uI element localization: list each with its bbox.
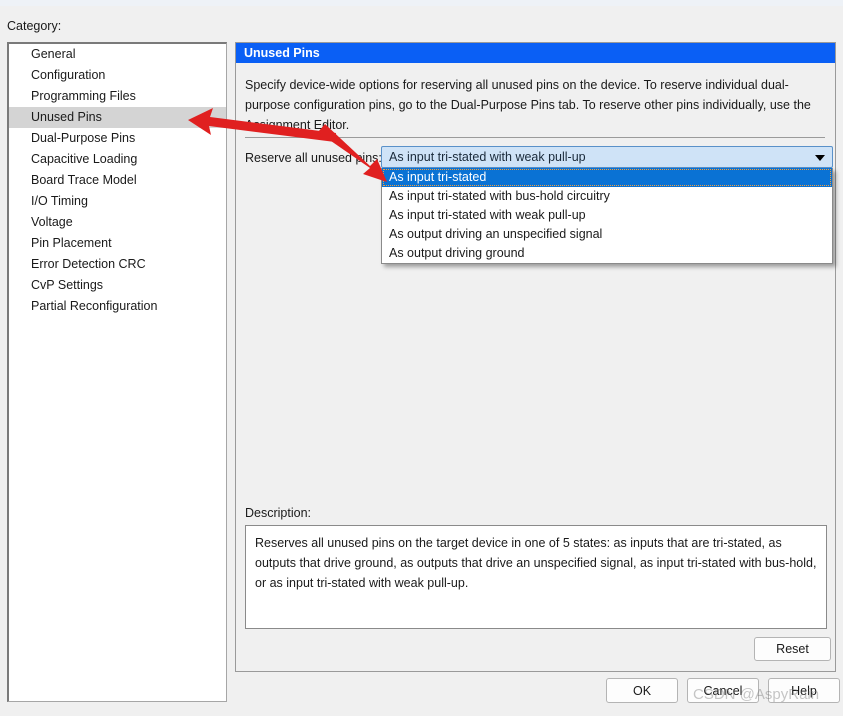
dropdown-option-label: As input tri-stated with bus-hold circui… xyxy=(389,189,610,203)
category-list[interactable]: General Configuration Programming Files Unu… xyxy=(7,42,227,702)
category-item-label: Dual-Purpose Pins xyxy=(31,131,136,145)
dropdown-option-label: As input tri-stated with weak pull-up xyxy=(389,208,586,222)
panel-description: Specify device-wide options for reservin… xyxy=(245,78,811,132)
category-item-voltage[interactable]: Voltage xyxy=(9,212,226,233)
description-label: Description: xyxy=(245,506,311,520)
category-item-label: I/O Timing xyxy=(31,194,88,208)
category-item-programming-files[interactable]: Programming Files xyxy=(9,86,226,107)
chevron-down-icon[interactable] xyxy=(815,155,825,161)
category-item-partial-reconfiguration[interactable]: Partial Reconfiguration xyxy=(9,296,226,317)
dropdown-option-label: As output driving an unspecified signal xyxy=(389,227,603,241)
panel-divider xyxy=(245,137,825,138)
reserve-all-unused-pins-combobox[interactable]: As input tri-stated with weak pull-up xyxy=(381,146,833,168)
dropdown-option-0[interactable]: As input tri-stated xyxy=(382,168,832,187)
category-item-label: Programming Files xyxy=(31,89,136,103)
dropdown-option-1[interactable]: As input tri-stated with bus-hold circui… xyxy=(382,187,832,206)
category-item-error-detection-crc[interactable]: Error Detection CRC xyxy=(9,254,226,275)
category-item-cvp-settings[interactable]: CvP Settings xyxy=(9,275,226,296)
window-top-strip xyxy=(0,0,843,6)
category-item-label: Pin Placement xyxy=(31,236,112,250)
settings-panel: Unused Pins Specify device-wide options … xyxy=(235,42,836,672)
category-item-dual-purpose-pins[interactable]: Dual-Purpose Pins xyxy=(9,128,226,149)
dropdown-option-label: As output driving ground xyxy=(389,246,525,260)
dropdown-option-3[interactable]: As output driving an unspecified signal xyxy=(382,225,832,244)
category-item-label: CvP Settings xyxy=(31,278,104,292)
category-item-i-o-timing[interactable]: I/O Timing xyxy=(9,191,226,212)
dropdown-option-4[interactable]: As output driving ground xyxy=(382,244,832,263)
category-item-pin-placement[interactable]: Pin Placement xyxy=(9,233,226,254)
reserve-all-unused-pins-label: Reserve all unused pins: xyxy=(245,151,382,165)
category-item-label: Partial Reconfiguration xyxy=(31,299,158,313)
category-item-label: Capacitive Loading xyxy=(31,152,138,166)
category-label: Category: xyxy=(7,19,62,33)
dropdown-option-label: As input tri-stated xyxy=(389,170,487,184)
reset-button[interactable]: Reset xyxy=(754,637,831,661)
category-item-label: Error Detection CRC xyxy=(31,257,146,271)
category-item-label: Configuration xyxy=(31,68,106,82)
category-item-label: Unused Pins xyxy=(31,110,102,124)
category-item-label: Voltage xyxy=(31,215,73,229)
category-item-label: Board Trace Model xyxy=(31,173,137,187)
description-box: Reserves all unused pins on the target d… xyxy=(245,525,827,629)
panel-title: Unused Pins xyxy=(236,43,835,63)
category-item-configuration[interactable]: Configuration xyxy=(9,65,226,86)
dropdown-option-2[interactable]: As input tri-stated with weak pull-up xyxy=(382,206,832,225)
category-item-capacitive-loading[interactable]: Capacitive Loading xyxy=(9,149,226,170)
category-item-label: General xyxy=(31,47,76,61)
category-item-unused-pins[interactable]: Unused Pins xyxy=(9,107,226,128)
reserve-pins-dropdown-list[interactable]: As input tri-stated As input tri-stated w… xyxy=(381,168,833,264)
ok-button[interactable]: OK xyxy=(606,678,678,703)
category-item-general[interactable]: General xyxy=(9,44,226,65)
watermark: CSDN @AspyRain xyxy=(693,686,820,703)
combobox-value: As input tri-stated with weak pull-up xyxy=(389,150,586,164)
category-item-board-trace-model[interactable]: Board Trace Model xyxy=(9,170,226,191)
